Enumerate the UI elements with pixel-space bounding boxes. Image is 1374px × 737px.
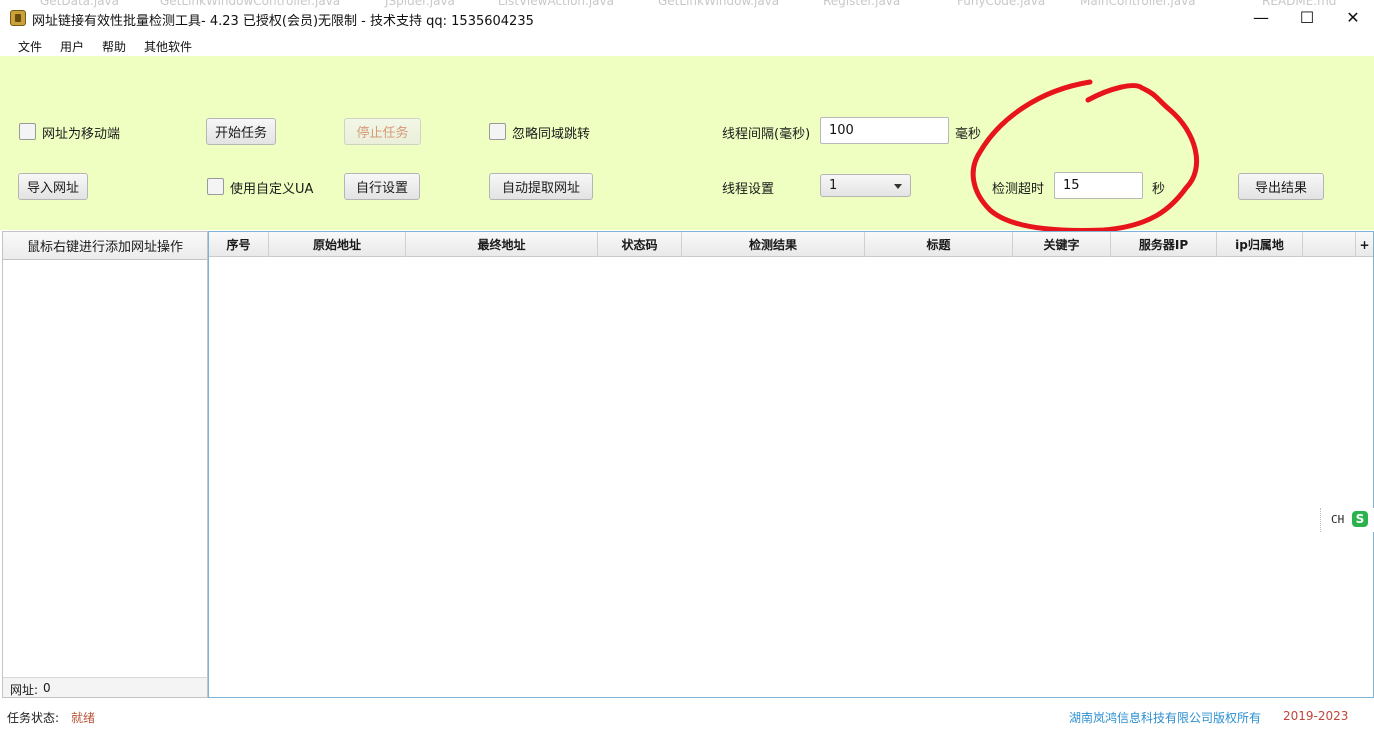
thread-select-value: 1	[829, 178, 838, 193]
column-header-keywords[interactable]: 关键字	[1013, 232, 1111, 257]
auto-extract-button[interactable]: 自动提取网址	[489, 173, 593, 200]
column-header-title[interactable]: 标题	[865, 232, 1013, 257]
maximize-button[interactable]: ☐	[1284, 0, 1330, 35]
menu-user[interactable]: 用户	[60, 38, 84, 55]
interval-input[interactable]: 100	[820, 117, 949, 144]
close-button[interactable]: ✕	[1330, 0, 1374, 35]
menu-other-software[interactable]: 其他软件	[144, 38, 192, 55]
column-header-status-code[interactable]: 状态码	[598, 232, 682, 257]
timeout-label: 检测超时	[992, 182, 1045, 197]
copyright-years: 2019-2023	[1283, 709, 1349, 723]
ime-mode-label: CH	[1331, 513, 1345, 526]
thread-select[interactable]: 1	[820, 174, 911, 197]
url-list-panel[interactable]: 鼠标右键进行添加网址操作 网址: 0	[2, 231, 208, 698]
ignore-redirect-checkbox[interactable]	[489, 123, 506, 140]
background-tab: GetLinkWindow.java	[658, 0, 780, 8]
timeout-unit: 秒	[1152, 182, 1166, 197]
column-header-ip-location[interactable]: ip归属地	[1217, 232, 1303, 257]
background-tab: GetLinkWindowController.java	[160, 0, 341, 8]
add-column-button[interactable]: +	[1355, 232, 1373, 257]
background-tab: MainController.java	[1080, 0, 1196, 8]
ignore-redirect-label: 忽略同域跳转	[512, 127, 591, 142]
import-urls-button[interactable]: 导入网址	[18, 173, 88, 200]
status-bar: 任务状态: 就绪 湖南岚鸿信息科技有限公司版权所有 2019-2023	[0, 698, 1374, 737]
menu-help[interactable]: 帮助	[102, 38, 126, 55]
start-task-button[interactable]: 开始任务	[206, 118, 276, 145]
title-bar: GetData.java GetLinkWindowController.jav…	[0, 0, 1374, 35]
url-count-bar: 网址: 0	[3, 677, 207, 697]
column-header-final-url[interactable]: 最终地址	[406, 232, 598, 257]
export-results-button[interactable]: 导出结果	[1238, 173, 1324, 200]
task-status-label: 任务状态:	[7, 711, 60, 725]
column-header-server-ip[interactable]: 服务器IP	[1111, 232, 1217, 257]
ime-indicator[interactable]: CH S	[1320, 508, 1374, 532]
custom-ua-label: 使用自定义UA	[230, 182, 314, 197]
custom-settings-button[interactable]: 自行设置	[344, 173, 420, 200]
interval-unit: 毫秒	[955, 127, 982, 142]
background-tab: GetData.java	[40, 0, 119, 8]
window-title: 网址链接有效性批量检测工具- 4.23 已授权(会员)无限制 - 技术支持 qq…	[32, 14, 534, 29]
custom-ua-checkbox[interactable]	[207, 178, 224, 195]
column-header-check-result[interactable]: 检测结果	[682, 232, 865, 257]
url-list-header: 鼠标右键进行添加网址操作	[3, 232, 207, 260]
column-header-index[interactable]: 序号	[209, 232, 269, 257]
toolbar: 网址为移动端 开始任务 停止任务 忽略同域跳转 线程间隔(毫秒) 100 毫秒 …	[0, 56, 1374, 230]
table-header: 序号 原始地址 最终地址 状态码 检测结果 标题 关键字 服务器IP ip归属地…	[209, 232, 1373, 257]
url-count-value: 0	[43, 681, 51, 695]
thread-label: 线程设置	[722, 182, 775, 197]
background-tab: FunyCode.java	[957, 0, 1046, 8]
background-tab: ListViewAction.java	[498, 0, 614, 8]
menu-bar: 文件 用户 帮助 其他软件	[0, 35, 1374, 56]
timeout-input[interactable]: 15	[1054, 172, 1143, 199]
results-table[interactable]: 序号 原始地址 最终地址 状态码 检测结果 标题 关键字 服务器IP ip归属地…	[208, 231, 1374, 698]
sogou-ime-icon: S	[1352, 511, 1368, 527]
column-header-empty	[1303, 232, 1355, 257]
stop-task-button[interactable]: 停止任务	[344, 118, 421, 145]
app-icon	[10, 10, 26, 26]
url-count-label: 网址:	[10, 683, 39, 697]
chevron-down-icon	[894, 184, 902, 189]
background-tab: Register.java	[823, 0, 901, 8]
minimize-button[interactable]: —	[1238, 0, 1284, 35]
company-copyright[interactable]: 湖南岚鸿信息科技有限公司版权所有	[1069, 709, 1261, 726]
task-status-value: 就绪	[71, 711, 96, 725]
interval-label: 线程间隔(毫秒)	[722, 127, 811, 142]
column-header-original-url[interactable]: 原始地址	[269, 232, 406, 257]
mobile-checkbox-label: 网址为移动端	[42, 127, 121, 142]
menu-file[interactable]: 文件	[18, 38, 42, 55]
background-tab: JSpider.java	[385, 0, 455, 8]
mobile-checkbox[interactable]	[19, 123, 36, 140]
